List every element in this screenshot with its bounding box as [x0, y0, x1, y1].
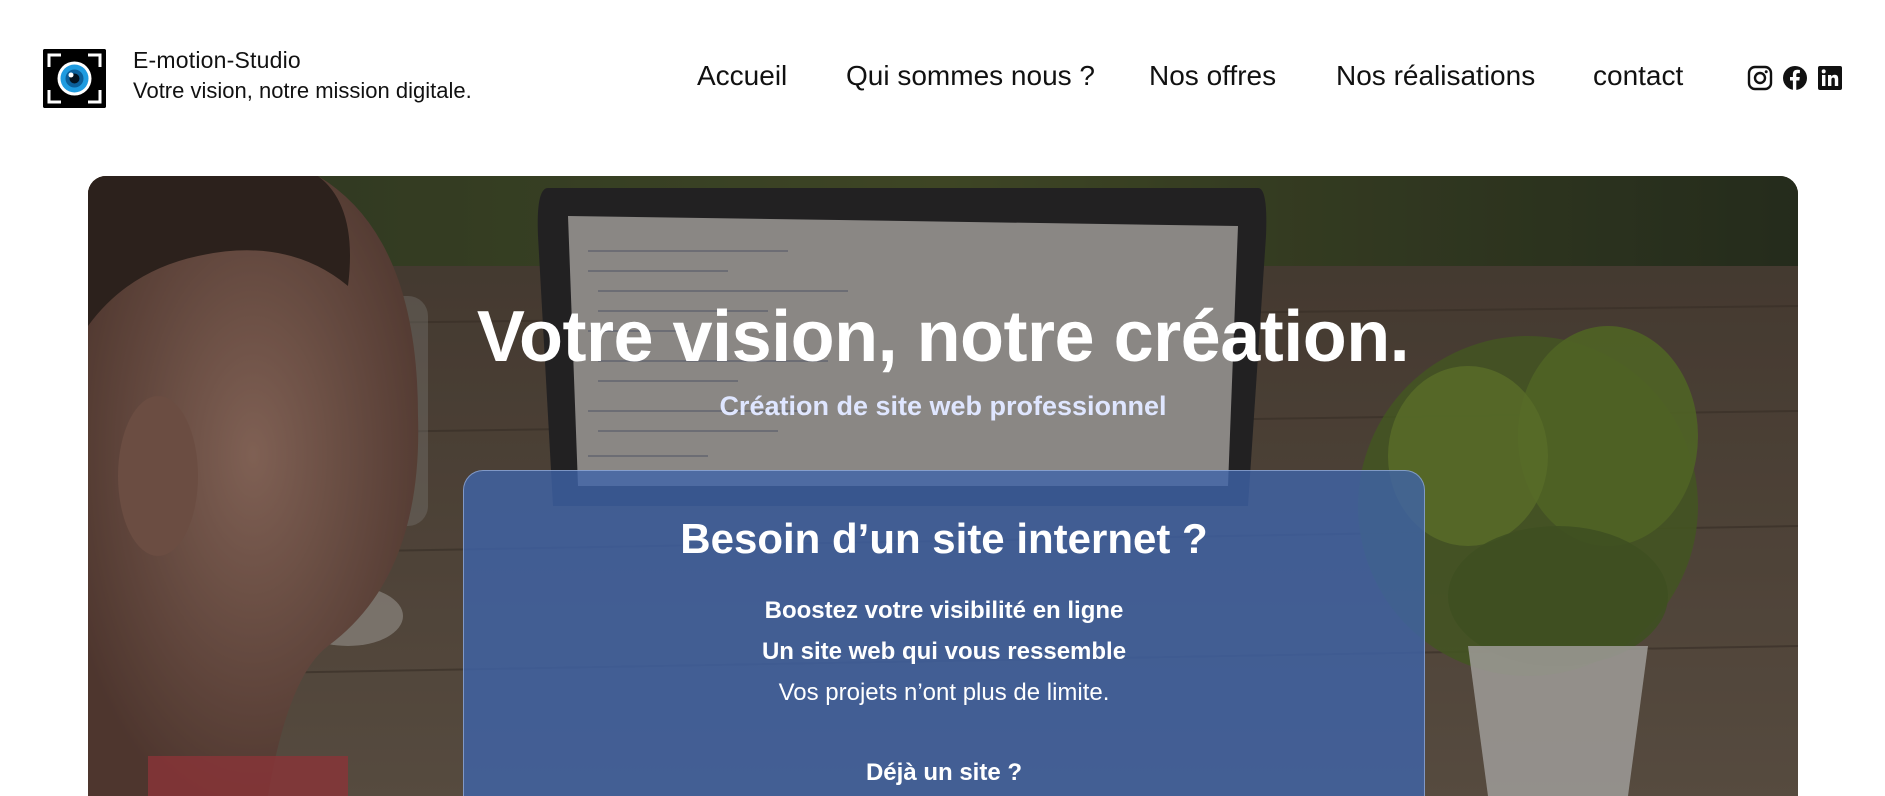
linkedin-icon[interactable] [1817, 65, 1843, 91]
logo-icon[interactable] [43, 49, 106, 108]
hero-banner: Votre vision, notre création. Création d… [88, 176, 1798, 796]
social-links [1747, 65, 1843, 91]
cta-card-line: Vos projets n’ont plus de limite. [778, 679, 1110, 706]
nav-item-qui-sommes-nous[interactable]: Qui sommes nous ? [846, 60, 1095, 92]
nav-item-nos-offres[interactable]: Nos offres [1149, 60, 1276, 92]
nav-item-accueil[interactable]: Accueil [697, 60, 787, 92]
cta-card-title: Besoin d’un site internet ? [680, 515, 1208, 562]
hero-subtitle: Création de site web professionnel [719, 391, 1167, 421]
cta-card: Besoin d’un site internet ? Boostez votr… [463, 470, 1425, 796]
instagram-icon[interactable] [1747, 65, 1773, 91]
brand-name[interactable]: E-motion-Studio [133, 47, 472, 74]
nav-item-nos-realisations[interactable]: Nos réalisations [1336, 60, 1535, 92]
cta-card-line: Boostez votre visibilité en ligne [764, 597, 1124, 624]
existing-site-link[interactable]: Déjà un site ? [464, 759, 1424, 787]
nav-item-contact[interactable]: contact [1593, 60, 1683, 92]
hero-title: Votre vision, notre création. [476, 297, 1410, 377]
brand-tagline: Votre vision, notre mission digitale. [133, 78, 472, 103]
facebook-icon[interactable] [1782, 65, 1808, 91]
cta-card-line: Un site web qui vous ressemble [761, 638, 1127, 665]
brand-block: E-motion-Studio Votre vision, notre miss… [133, 47, 472, 104]
site-header: E-motion-Studio Votre vision, notre miss… [0, 0, 1885, 150]
